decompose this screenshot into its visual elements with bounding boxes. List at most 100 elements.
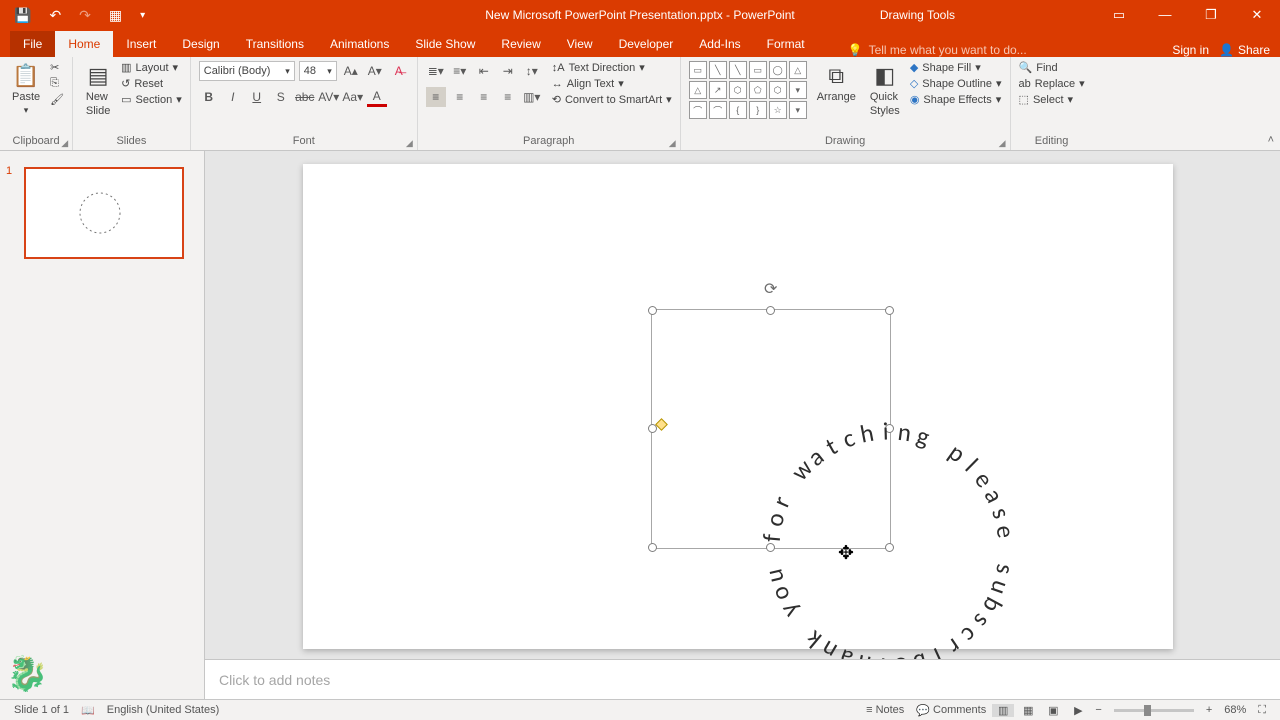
notes-toggle[interactable]: ≡ Notes bbox=[860, 704, 910, 716]
shrink-font-icon[interactable]: A▾ bbox=[365, 61, 385, 81]
shapes-gallery[interactable]: ▭╲╲▭◯△ △↗⬡⬠⬡▾ ⌒⌒{}☆▾ bbox=[689, 61, 807, 119]
cut-button[interactable]: ✂ bbox=[50, 61, 64, 74]
align-left-icon[interactable]: ≡ bbox=[426, 87, 446, 107]
normal-view-icon[interactable]: ▥ bbox=[992, 704, 1014, 717]
align-right-icon[interactable]: ≡ bbox=[474, 87, 494, 107]
save-icon[interactable]: 💾 bbox=[14, 7, 31, 24]
rotate-handle-icon[interactable]: ⟳ bbox=[764, 279, 777, 299]
fit-to-window-icon[interactable]: ⛶ bbox=[1252, 704, 1272, 717]
font-size-combo[interactable]: 48▾ bbox=[299, 61, 337, 81]
italic-icon[interactable]: I bbox=[223, 87, 243, 107]
reset-button[interactable]: ↺Reset bbox=[121, 77, 182, 90]
undo-icon[interactable]: ↶ bbox=[49, 7, 61, 24]
ribbon-display-icon[interactable]: ▭ bbox=[1096, 0, 1142, 30]
tab-insert[interactable]: Insert bbox=[113, 31, 169, 57]
arrange-button[interactable]: ⧉ Arrange bbox=[813, 61, 860, 107]
section-button[interactable]: ▭Section ▾ bbox=[121, 93, 182, 106]
drawing-launcher-icon[interactable]: ◢ bbox=[999, 138, 1006, 149]
shape-fill-icon: ◆ bbox=[910, 61, 918, 74]
tab-design[interactable]: Design bbox=[169, 31, 232, 57]
copy-icon: ⎘ bbox=[50, 77, 59, 90]
text-direction-button[interactable]: ↕AText Direction ▾ bbox=[552, 61, 672, 74]
slide-counter[interactable]: Slide 1 of 1 bbox=[8, 704, 75, 716]
close-icon[interactable]: ✕ bbox=[1234, 0, 1280, 30]
minimize-icon[interactable]: — bbox=[1142, 0, 1188, 30]
line-spacing-icon[interactable]: ↕▾ bbox=[522, 61, 542, 81]
shadow-icon[interactable]: S bbox=[271, 87, 291, 107]
circular-text[interactable]: Thank you for watching please subscribe bbox=[653, 311, 889, 547]
tab-view[interactable]: View bbox=[554, 31, 606, 57]
new-slide-button[interactable]: ▤ New Slide bbox=[81, 61, 115, 120]
bullets-icon[interactable]: ≣▾ bbox=[426, 61, 446, 81]
smartart-button[interactable]: ⟲Convert to SmartArt ▾ bbox=[552, 93, 672, 106]
clear-format-icon[interactable]: A̶ bbox=[389, 61, 409, 81]
justify-icon[interactable]: ≡ bbox=[498, 87, 518, 107]
align-center-icon[interactable]: ≡ bbox=[450, 87, 470, 107]
grow-font-icon[interactable]: A▴ bbox=[341, 61, 361, 81]
font-color-icon[interactable]: A bbox=[367, 87, 387, 107]
shape-outline-button[interactable]: ◇Shape Outline ▾ bbox=[910, 77, 1002, 90]
group-paragraph: ≣▾ ≡▾ ⇤ ⇥ ↕▾ ≡ ≡ ≡ ≡ ▥▾ ↕AText Direction… bbox=[418, 57, 681, 150]
shape-effects-button[interactable]: ◉Shape Effects ▾ bbox=[910, 93, 1002, 106]
tab-addins[interactable]: Add-Ins bbox=[686, 31, 753, 57]
wordart-textbox[interactable]: ⟳ Thank you for watching please subscrib… bbox=[653, 311, 889, 547]
bold-icon[interactable]: B bbox=[199, 87, 219, 107]
tab-review[interactable]: Review bbox=[488, 31, 553, 57]
slide-thumbnail-panel[interactable]: 1 bbox=[0, 151, 205, 699]
find-button[interactable]: 🔍Find bbox=[1019, 61, 1085, 74]
decrease-indent-icon[interactable]: ⇤ bbox=[474, 61, 494, 81]
spellcheck-icon[interactable]: 📖 bbox=[75, 704, 101, 717]
slideshow-view-icon[interactable]: ▶ bbox=[1067, 704, 1089, 717]
zoom-slider[interactable] bbox=[1114, 709, 1194, 712]
quick-styles-button[interactable]: ◧ Quick Styles bbox=[866, 61, 904, 120]
notes-placeholder: Click to add notes bbox=[219, 672, 330, 688]
tell-me-search[interactable]: 💡 Tell me what you want to do... bbox=[848, 43, 1027, 57]
start-from-beginning-icon[interactable]: ▦ bbox=[109, 7, 122, 24]
maximize-icon[interactable]: ❐ bbox=[1188, 0, 1234, 30]
find-icon: 🔍 bbox=[1019, 61, 1033, 74]
tab-slideshow[interactable]: Slide Show bbox=[402, 31, 488, 57]
tab-transitions[interactable]: Transitions bbox=[233, 31, 317, 57]
paste-button[interactable]: 📋 Paste ▾ bbox=[8, 61, 44, 117]
change-case-icon[interactable]: Aa▾ bbox=[343, 87, 363, 107]
share-button[interactable]: 👤Share bbox=[1219, 43, 1270, 57]
tab-developer[interactable]: Developer bbox=[606, 31, 687, 57]
shape-fill-button[interactable]: ◆Shape Fill ▾ bbox=[910, 61, 1002, 74]
collapse-ribbon-icon[interactable]: ˄ bbox=[1268, 134, 1274, 146]
layout-button[interactable]: ▥Layout ▾ bbox=[121, 61, 182, 74]
sign-in-link[interactable]: Sign in bbox=[1172, 43, 1209, 57]
zoom-out-icon[interactable]: − bbox=[1089, 704, 1107, 716]
redo-icon[interactable]: ↷ bbox=[79, 7, 91, 24]
slide-thumbnail-1[interactable]: 1 bbox=[10, 167, 194, 259]
tab-animations[interactable]: Animations bbox=[317, 31, 402, 57]
char-spacing-icon[interactable]: AV▾ bbox=[319, 87, 339, 107]
tab-home[interactable]: Home bbox=[55, 31, 113, 57]
tab-file[interactable]: File bbox=[10, 31, 55, 57]
font-launcher-icon[interactable]: ◢ bbox=[406, 138, 413, 149]
select-button[interactable]: ⬚Select ▾ bbox=[1019, 93, 1085, 106]
notes-pane[interactable]: Click to add notes bbox=[205, 659, 1280, 699]
clipboard-launcher-icon[interactable]: ◢ bbox=[61, 138, 68, 149]
comments-toggle[interactable]: 💬 Comments bbox=[910, 704, 992, 717]
font-family-combo[interactable]: Calibri (Body)▾ bbox=[199, 61, 295, 81]
sorter-view-icon[interactable]: ▦ bbox=[1017, 704, 1039, 717]
strike-icon[interactable]: abc bbox=[295, 87, 315, 107]
language-indicator[interactable]: English (United States) bbox=[101, 704, 226, 716]
paragraph-launcher-icon[interactable]: ◢ bbox=[669, 138, 676, 149]
reading-view-icon[interactable]: ▣ bbox=[1042, 704, 1064, 717]
zoom-level[interactable]: 68% bbox=[1218, 704, 1252, 716]
tab-format[interactable]: Format bbox=[754, 31, 818, 57]
increase-indent-icon[interactable]: ⇥ bbox=[498, 61, 518, 81]
slide[interactable]: ⟳ Thank you for watching please subscrib… bbox=[303, 164, 1173, 649]
numbering-icon[interactable]: ≡▾ bbox=[450, 61, 470, 81]
underline-icon[interactable]: U bbox=[247, 87, 267, 107]
slide-canvas-area[interactable]: ⟳ Thank you for watching please subscrib… bbox=[205, 151, 1280, 659]
replace-button[interactable]: abReplace ▾ bbox=[1019, 77, 1085, 90]
copy-button[interactable]: ⎘ bbox=[50, 77, 64, 90]
align-text-button[interactable]: ↔Align Text ▾ bbox=[552, 77, 672, 90]
qat-more-icon[interactable]: ▾ bbox=[140, 10, 145, 21]
format-painter-button[interactable]: 🖌 bbox=[50, 93, 64, 106]
group-label-slides: Slides bbox=[81, 135, 182, 150]
columns-icon[interactable]: ▥▾ bbox=[522, 87, 542, 107]
zoom-in-icon[interactable]: + bbox=[1200, 704, 1218, 716]
